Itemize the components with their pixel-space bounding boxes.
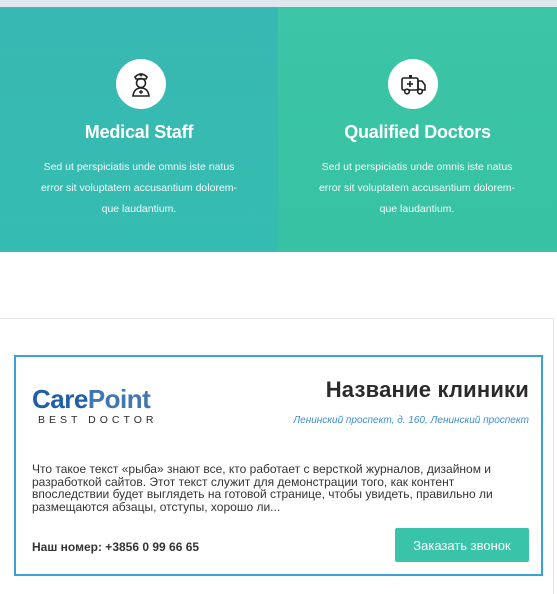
feature-medical-staff: Medical Staff Sed ut perspiciatis unde o… (0, 7, 278, 252)
top-strip (0, 0, 557, 7)
feature-text: Sed ut perspiciatis unde omnis iste natu… (318, 161, 516, 215)
feature-title: Qualified Doctors (344, 122, 491, 142)
logo-care-text: Care (32, 384, 88, 414)
clinic-phone: Наш номер: +3856 0 99 66 65 (32, 540, 200, 554)
logo-subtitle: BEST DOCTOR (38, 414, 158, 426)
request-call-button[interactable]: Заказать звонок (395, 528, 529, 562)
carepoint-logo: CarePoint BEST DOCTOR (32, 385, 192, 426)
section-divider (0, 318, 553, 319)
section-border (553, 318, 554, 594)
clinic-card: CarePoint BEST DOCTOR Название клиники Л… (14, 355, 543, 576)
feature-text: Sed ut perspiciatis unde omnis iste natu… (40, 161, 238, 215)
feature-qualified-doctors: Qualified Doctors Sed ut perspiciatis un… (278, 7, 557, 252)
clinic-address-link[interactable]: Ленинский проспект, д. 160, Ленинский пр… (293, 415, 529, 426)
clinic-description: Что такое текст «рыба» знают все, кто ра… (32, 462, 493, 514)
feature-title: Medical Staff (84, 122, 194, 142)
logo-point-text: Point (87, 384, 151, 414)
clinic-name: Название клиники (325, 377, 529, 402)
nurse-icon (116, 59, 166, 109)
ambulance-icon (388, 59, 438, 109)
